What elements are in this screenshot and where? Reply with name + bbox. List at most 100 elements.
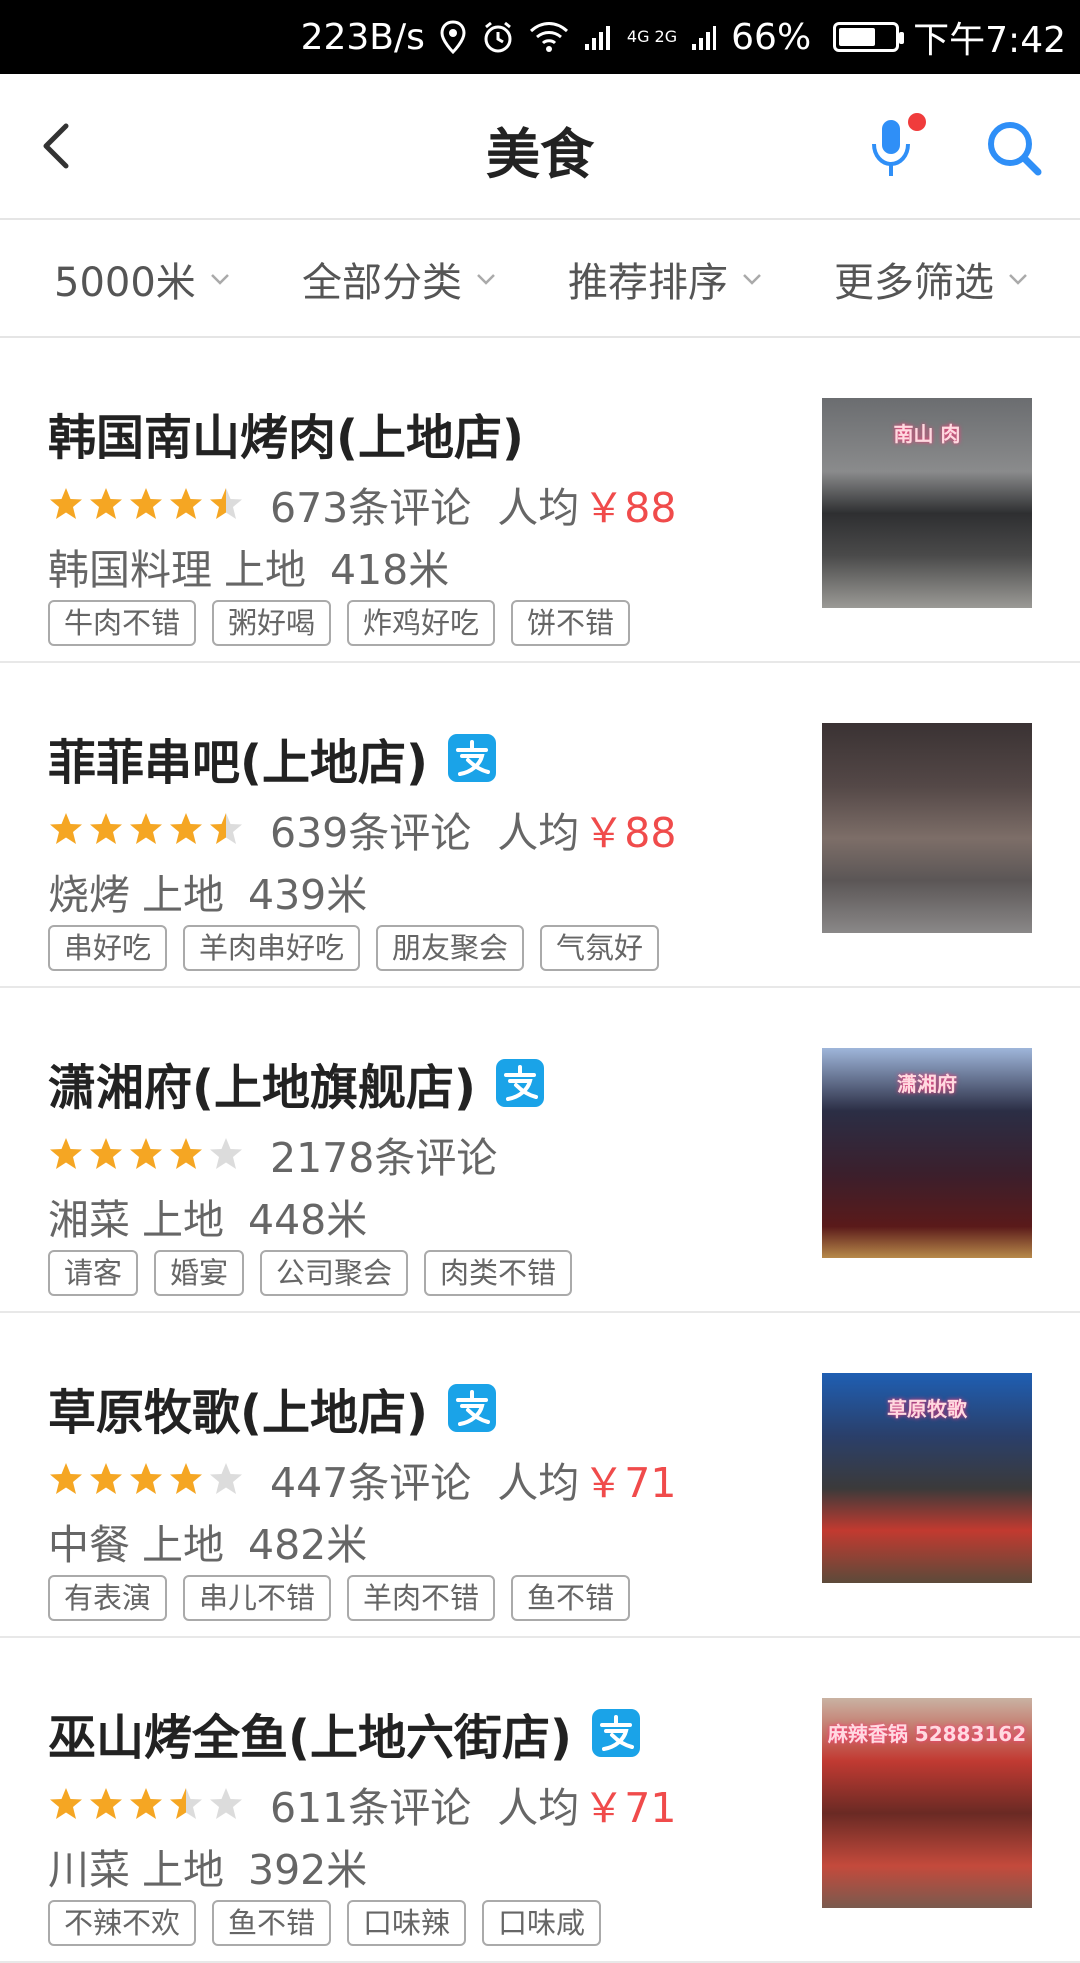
- tag: 气氛好: [540, 925, 660, 971]
- category: 湘菜: [48, 1196, 130, 1244]
- average-price: ￥71: [583, 1459, 677, 1507]
- area: 上地: [142, 871, 224, 919]
- title-bar: 美食: [0, 74, 1080, 220]
- star-icon: [210, 1463, 242, 1494]
- tag: 羊肉串好吃: [183, 925, 361, 971]
- tag: 串好吃: [48, 925, 168, 971]
- area: 上地: [142, 1521, 224, 1569]
- photo-sign-text: 草原牧歌: [887, 1397, 967, 1421]
- star-rating: [48, 811, 244, 847]
- tag: 公司聚会: [260, 1250, 409, 1296]
- restaurant-name: 菲菲串吧(上地店): [48, 735, 428, 791]
- restaurant-name: 巫山烤全鱼(上地六街店): [48, 1710, 572, 1766]
- rating-row: 447条评论 人均 ￥71: [48, 1449, 676, 1509]
- notification-dot: [908, 113, 926, 131]
- alarm-icon: [481, 20, 515, 54]
- restaurant-photo[interactable]: [822, 723, 1032, 933]
- tag: 粥好喝: [212, 600, 332, 646]
- restaurant-item[interactable]: 草原牧歌(上地店) 447条评论 人均 ￥71 中餐 上地 482米 有表演 串儿不错 羊肉不错鱼…: [0, 1313, 1080, 1638]
- tag: 不辣不欢: [48, 1900, 197, 1946]
- clock: 下午7:42: [913, 20, 1066, 61]
- star-rating: [48, 1461, 244, 1497]
- star-icon: [170, 488, 202, 519]
- signal-icon: [583, 22, 613, 52]
- restaurant-item[interactable]: 韩国南山烤肉(上地店) 673条评论 人均 ￥88 韩国料理 上地 418米 牛肉不错 粥好喝炸…: [0, 338, 1080, 663]
- filter-label: 更多筛选: [834, 260, 994, 306]
- tag-list: 有表演 串儿不错 羊肉不错 鱼不错: [48, 1575, 631, 1621]
- distance: 392米: [248, 1846, 368, 1894]
- battery-fill: [839, 28, 875, 46]
- chevron-down-icon: [743, 274, 761, 285]
- tag-list: 串好吃 羊肉串好吃 朋友聚会 气氛好: [48, 925, 660, 971]
- rating-row: 611条评论 人均 ￥71: [48, 1774, 676, 1834]
- alipay-icon: [495, 1059, 544, 1107]
- status-bar: 223B/s 4G 2G 66% 下午7:42: [0, 0, 1080, 74]
- voice-search-button[interactable]: [860, 112, 930, 182]
- tag-list: 牛肉不错 粥好喝 炸鸡好吃 饼不错: [48, 600, 631, 646]
- filter-label: 5000米: [54, 260, 196, 306]
- signal-icon-2: [691, 22, 717, 52]
- average-price: ￥88: [583, 809, 677, 857]
- star-icon: [90, 488, 122, 519]
- restaurant-name-row: 巫山烤全鱼(上地六街店): [48, 1698, 640, 1768]
- restaurant-item[interactable]: 潇湘府(上地旗舰店) 2178条评论 湘菜 上地 448米 请客 婚宴 公司聚会 肉类不错 潇湘府: [0, 988, 1080, 1313]
- price-label: 人均: [497, 1459, 580, 1507]
- photo-sign-text: 南山 肉: [893, 422, 961, 446]
- star-icon: [130, 488, 162, 519]
- tag: 有表演: [48, 1575, 168, 1621]
- star-icon: [90, 1788, 122, 1819]
- restaurant-photo[interactable]: 麻辣香锅 52883162: [822, 1698, 1032, 1908]
- filter-more[interactable]: 更多筛选: [834, 250, 1030, 308]
- microphone-icon: [872, 113, 926, 176]
- tag: 婚宴: [154, 1250, 245, 1296]
- restaurant-name-row: 草原牧歌(上地店): [48, 1373, 496, 1443]
- filter-label: 推荐排序: [568, 260, 728, 306]
- tag: 肉类不错: [424, 1250, 573, 1296]
- star-icon: [50, 1788, 82, 1819]
- review-count: 2178条评论: [270, 1134, 498, 1182]
- search-button[interactable]: [980, 114, 1050, 184]
- restaurant-photo[interactable]: 潇湘府: [822, 1048, 1032, 1258]
- category: 中餐: [48, 1521, 130, 1569]
- review-count: 673条评论: [270, 484, 472, 532]
- category-location-row: 韩国料理 上地 418米: [48, 536, 473, 596]
- restaurant-name-row: 菲菲串吧(上地店): [48, 723, 496, 793]
- star-icon: [210, 1788, 242, 1819]
- category-location-row: 中餐 上地 482米: [48, 1511, 391, 1571]
- star-icon: [130, 813, 162, 844]
- network-type: 4G 2G: [626, 27, 678, 46]
- distance: 418米: [330, 546, 450, 594]
- search-icon: [988, 122, 1042, 176]
- star-rating: [48, 1136, 244, 1172]
- filter-label: 全部分类: [302, 260, 462, 306]
- category-location-row: 川菜 上地 392米: [48, 1836, 391, 1896]
- star-icon: [50, 488, 82, 519]
- restaurant-photo[interactable]: 南山 肉: [822, 398, 1032, 608]
- review-count: 639条评论: [270, 809, 472, 857]
- filter-distance[interactable]: 5000米: [54, 250, 232, 308]
- category: 韩国料理: [48, 546, 212, 594]
- wifi-icon: [529, 21, 569, 53]
- tag: 请客: [48, 1250, 139, 1296]
- restaurant-name-row: 韩国南山烤肉(上地店): [48, 398, 524, 468]
- tag: 串儿不错: [183, 1575, 332, 1621]
- filter-category[interactable]: 全部分类: [302, 250, 498, 308]
- tag: 羊肉不错: [347, 1575, 496, 1621]
- review-count: 447条评论: [270, 1459, 472, 1507]
- photo-sign-text: 麻辣香锅 52883162: [827, 1722, 1027, 1746]
- tag: 炸鸡好吃: [347, 600, 496, 646]
- star-icon: [210, 1138, 242, 1169]
- area: 上地: [142, 1846, 224, 1894]
- filter-sort[interactable]: 推荐排序: [568, 250, 764, 308]
- restaurant-photo[interactable]: 草原牧歌: [822, 1373, 1032, 1583]
- restaurant-item[interactable]: 菲菲串吧(上地店) 639条评论 人均 ￥88 烧烤 上地 439米 串好吃 羊肉串好吃 朋友聚会…: [0, 663, 1080, 988]
- category: 烧烤: [48, 871, 130, 919]
- alipay-icon: [447, 734, 496, 782]
- star-icon: [170, 813, 202, 844]
- restaurant-item[interactable]: 巫山烤全鱼(上地六街店) 611条评论 人均 ￥71 川菜 上地 392米 不辣不欢 鱼不错 口味…: [0, 1638, 1080, 1963]
- tag: 朋友聚会: [376, 925, 525, 971]
- star-icon: [210, 813, 242, 844]
- tag: 口味辣: [347, 1900, 467, 1946]
- battery-percent: 66%: [731, 16, 812, 58]
- star-icon: [170, 1138, 202, 1169]
